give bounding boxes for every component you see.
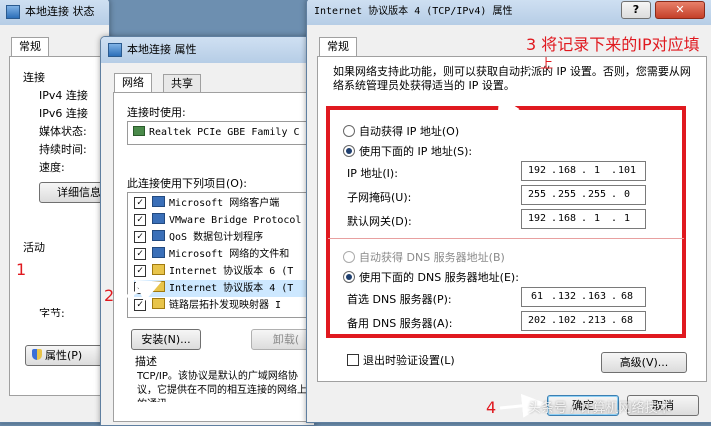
- install-button[interactable]: 安装(N)...: [131, 329, 201, 350]
- close-icon[interactable]: ✕: [655, 1, 705, 19]
- list-item[interactable]: ✓ QoS 数据包计划程序: [134, 229, 263, 246]
- protocol-icon: [152, 298, 165, 309]
- service-icon: [152, 230, 165, 241]
- validate-label[interactable]: 退出时验证设置(L): [363, 352, 455, 368]
- status-window-title: 本地连接 状态: [25, 5, 95, 18]
- list-item-label: Microsoft 网络的文件和: [169, 249, 290, 260]
- item-checkbox[interactable]: ✓: [134, 248, 146, 260]
- list-item-label: 链路层拓扑发现映射器 I: [169, 300, 282, 311]
- item-checkbox[interactable]: ✓: [134, 282, 146, 294]
- ipv4-connection-label: IPv4 连接: [39, 89, 88, 102]
- activity-label: 活动: [23, 241, 45, 254]
- annotation-step-4: 4: [486, 398, 497, 417]
- list-item[interactable]: ✓ Internet 协议版本 6 (T: [134, 263, 293, 280]
- shield-icon: [32, 349, 42, 360]
- status-window-titlebar[interactable]: 本地连接 状态: [0, 0, 109, 25]
- annotation-step-1: 1: [16, 260, 27, 279]
- item-checkbox[interactable]: ✓: [134, 231, 146, 243]
- list-item-selected[interactable]: ✓ Internet 协议版本 4 (T: [134, 280, 316, 297]
- protocol-icon: [152, 264, 165, 275]
- tab-general[interactable]: 常规: [11, 37, 49, 57]
- validate-checkbox[interactable]: [347, 354, 359, 366]
- media-state-label: 媒体状态:: [39, 125, 87, 138]
- speed-label: 速度:: [39, 161, 65, 174]
- client-icon: [152, 196, 165, 207]
- intro-text: 如果网络支持此功能，则可以获取自动指派的 IP 设置。否则，您需要从网络系统管理…: [333, 65, 691, 92]
- status-window: 本地连接 状态 常规 连接 IPv4 连接 IPv6 连接 媒体状态: 持续时间…: [0, 0, 119, 423]
- list-item[interactable]: ✓ VMware Bridge Protocol: [134, 212, 301, 229]
- properties-window-title: 本地连接 属性: [127, 43, 197, 56]
- list-item-label: QoS 数据包计划程序: [169, 232, 264, 243]
- help-icon[interactable]: ?: [621, 1, 651, 19]
- list-item[interactable]: ✓ 链路层拓扑发现映射器 I: [134, 297, 281, 314]
- item-checkbox[interactable]: ✓: [134, 214, 146, 226]
- item-checkbox[interactable]: ✓: [134, 299, 146, 311]
- adapter-box: Realtek PCIe GBE Family C: [127, 121, 317, 145]
- properties-button[interactable]: 属性(P): [25, 345, 103, 366]
- properties-window-titlebar[interactable]: 本地连接 属性: [101, 37, 314, 63]
- properties-button-label: 属性(P): [45, 349, 83, 362]
- list-item[interactable]: ✓ Microsoft 网络客户端: [134, 195, 279, 212]
- adapter-name: Realtek PCIe GBE Family C: [149, 127, 300, 138]
- tab-sharing[interactable]: 共享: [163, 74, 201, 93]
- items-label: 此连接使用下列项目(O):: [127, 177, 247, 190]
- item-checkbox[interactable]: ✓: [134, 197, 146, 209]
- item-checkbox[interactable]: ✓: [134, 265, 146, 277]
- list-item-label: VMware Bridge Protocol: [169, 215, 302, 226]
- protocol-icon: [152, 281, 165, 292]
- tab-general[interactable]: 常规: [319, 37, 357, 57]
- annotation-step-3-cont: 上: [540, 57, 554, 72]
- advanced-button[interactable]: 高级(V)...: [601, 352, 687, 373]
- watermark: 头条号 / 计算机网络技术: [528, 401, 671, 416]
- tab-network[interactable]: 网络: [114, 73, 152, 93]
- items-list: ✓ Microsoft 网络客户端 ✓ VMware Bridge Protocol…: [127, 192, 317, 318]
- annotation-divider: [328, 238, 684, 239]
- annotation-step-3: 3 将记录下来的IP对应填: [526, 35, 700, 54]
- protocol-icon: [152, 213, 165, 224]
- connect-using-label: 连接时使用:: [127, 106, 186, 119]
- annotation-box: [326, 106, 686, 338]
- network-icon: [108, 43, 122, 57]
- duration-label: 持续时间:: [39, 143, 87, 156]
- connection-label: 连接: [23, 71, 45, 84]
- description-text: TCP/IP。该协议是默认的广域网络协议，它提供在不同的相互连接的网络上的通讯。: [137, 371, 307, 402]
- ipv4-dialog-title: Internet 协议版本 4 (TCP/IPv4) 属性: [314, 6, 513, 17]
- bytes-label: 字节:: [39, 307, 65, 320]
- description-label: 描述: [135, 355, 157, 368]
- properties-window: 本地连接 属性 网络 共享 连接时使用: Realtek PCIe GBE Fa…: [100, 36, 323, 426]
- list-item[interactable]: ✓ Microsoft 网络的文件和: [134, 246, 289, 263]
- service-icon: [152, 247, 165, 258]
- list-item-label: Microsoft 网络客户端: [169, 198, 280, 209]
- adapter-icon: [133, 126, 145, 136]
- annotation-step-2: 2: [104, 286, 115, 305]
- list-item-label: Internet 协议版本 6 (T: [169, 266, 294, 277]
- network-icon: [6, 5, 20, 19]
- list-item-label: Internet 协议版本 4 (T: [169, 283, 294, 294]
- ipv6-connection-label: IPv6 连接: [39, 107, 88, 120]
